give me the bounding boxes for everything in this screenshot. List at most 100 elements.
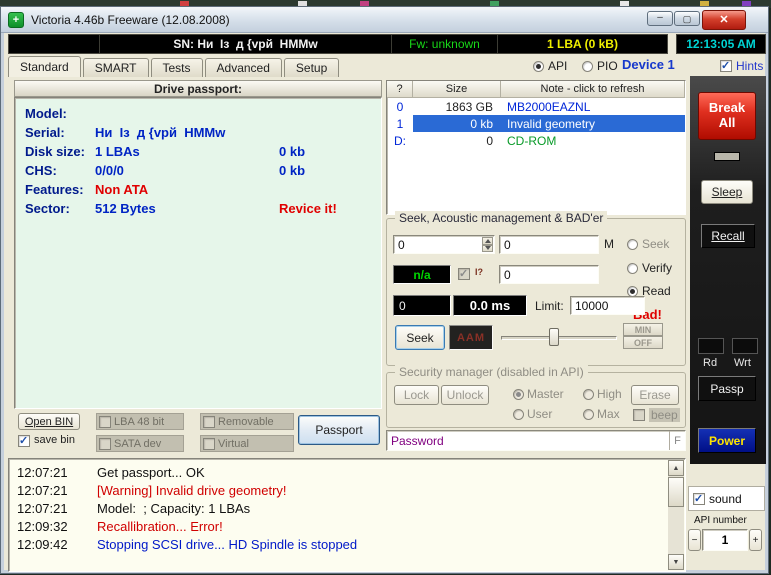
slider-track[interactable] [501, 336, 617, 340]
limit-input[interactable]: 10000 [570, 296, 645, 315]
sleep-button[interactable]: Sleep [701, 180, 753, 204]
column-header-note[interactable]: Note - click to refresh [501, 81, 685, 98]
virtual-label: Virtual [218, 437, 249, 450]
end-lba-input[interactable]: 0 [499, 235, 599, 254]
seek-mode-label: Seek [642, 237, 670, 251]
close-button[interactable]: ✕ [702, 10, 746, 30]
lock-button[interactable]: Lock [394, 385, 439, 405]
scroll-down-icon[interactable]: ▼ [668, 554, 684, 570]
status-segment-empty [9, 35, 99, 53]
device-label: Device 1 [622, 57, 675, 72]
tab-advanced[interactable]: Advanced [204, 58, 282, 77]
power-button[interactable]: Power [698, 428, 756, 453]
log-panel: 12:07:21 Get passport... OK 12:07:21 [Warn… [8, 458, 686, 572]
m-label: M [604, 237, 614, 251]
tab-bar: Standard SMART Tests Advanced Setup [8, 56, 341, 77]
tab-setup[interactable]: Setup [283, 58, 340, 77]
min-off-control[interactable]: MIN OFF [623, 323, 663, 351]
drive-row[interactable]: D: 0 CD-ROM [387, 132, 685, 149]
aam-checkbox[interactable] [458, 267, 470, 280]
high-radio[interactable] [583, 389, 594, 400]
spin-down-icon[interactable] [482, 244, 493, 252]
log-line: 12:07:21 [Warning] Invalid drive geometry… [17, 482, 287, 498]
recall-button[interactable]: Recall [701, 224, 755, 248]
tab-tests[interactable]: Tests [150, 58, 203, 77]
unlock-button[interactable]: Unlock [441, 385, 489, 405]
ms-display: 0.0 ms [453, 295, 527, 316]
aam-slider[interactable] [501, 325, 617, 350]
log-scrollbar[interactable]: ▲ ▼ [668, 460, 684, 570]
sata-label: SATA dev [114, 437, 162, 450]
passport-row: CHS: 0/0/0 0 kb [25, 163, 306, 178]
title-bar[interactable]: + Victoria 4.46b Freeware (12.08.2008) –… [1, 7, 768, 33]
seek-button[interactable]: Seek [395, 325, 445, 350]
scrollbar-thumb[interactable] [668, 477, 684, 507]
spin-up-icon[interactable] [482, 237, 493, 245]
seek-mode-radio[interactable] [627, 239, 638, 250]
master-radio-label: Master [527, 387, 564, 401]
scroll-up-icon[interactable]: ▲ [668, 460, 684, 476]
aam-led-display: AAM [449, 325, 493, 350]
passp-button[interactable]: Passp [698, 376, 756, 401]
sound-panel: sound [688, 486, 765, 511]
drive-row[interactable]: 0 1863 GB MB2000EAZNL [387, 98, 685, 115]
min-button[interactable]: MIN [623, 323, 663, 336]
log-line: 12:07:21 Model: ; Capacity: 1 LBAs [17, 500, 251, 516]
maximize-button[interactable]: ▢ [674, 11, 700, 26]
drive-passport-panel: Model: Serial: Ни Iз д {vрй HMMw Disk si… [14, 97, 382, 409]
max-radio[interactable] [583, 409, 594, 420]
column-header-q[interactable]: ? [387, 81, 413, 98]
hints-checkbox[interactable] [720, 59, 732, 72]
api-radio[interactable] [533, 61, 544, 72]
aam-value-input[interactable]: 0 [499, 265, 599, 284]
sata-checkbox-chip: SATA dev [96, 435, 184, 452]
erase-button[interactable]: Erase [631, 385, 679, 405]
high-radio-label: High [597, 387, 622, 401]
start-lba-input[interactable]: 0 [393, 235, 495, 254]
break-all-button[interactable]: Break All [698, 92, 756, 140]
passport-row: Serial: Ни Iз д {vрй HMMw [25, 125, 226, 140]
lba48-checkbox-chip: LBA 48 bit [96, 413, 184, 430]
off-button[interactable]: OFF [623, 336, 663, 349]
pio-radio[interactable] [582, 61, 593, 72]
passport-row: Features: Non ATA [25, 182, 149, 197]
max-radio-label: Max [597, 407, 620, 421]
column-header-size[interactable]: Size [413, 81, 501, 98]
clock: 12:13:05 AM [676, 34, 766, 54]
api-number-value[interactable]: 1 [702, 529, 748, 551]
log-line: 12:09:32 Recallibration... Error! [17, 518, 223, 534]
drive-row-selected[interactable]: 1 0 kb Invalid geometry [387, 115, 685, 132]
drive-passport-header: Drive passport: [14, 80, 382, 97]
api-number-increment[interactable]: + [749, 529, 762, 551]
beep-checkbox-label: beep [649, 408, 680, 422]
master-radio[interactable] [513, 389, 524, 400]
na-display: n/a [393, 265, 451, 284]
user-radio[interactable] [513, 409, 524, 420]
drive-table: ? Size Note - click to refresh 0 1863 GB… [386, 80, 686, 215]
slider-thumb[interactable] [549, 328, 559, 346]
save-bin-checkbox[interactable] [18, 434, 30, 447]
passport-row: Disk size: 1 LBAs 0 kb [25, 144, 306, 159]
seek-group: Seek, Acoustic management & BAD'er 0 0 M… [386, 211, 686, 366]
tab-smart[interactable]: SMART [82, 58, 149, 77]
api-number-decrement[interactable]: − [688, 529, 701, 551]
virtual-checkbox[interactable] [203, 438, 215, 450]
verify-mode-radio[interactable] [627, 263, 638, 274]
read-led [698, 338, 724, 354]
tab-standard[interactable]: Standard [8, 56, 81, 77]
lba48-label: LBA 48 bit [114, 415, 165, 428]
removable-checkbox[interactable] [203, 416, 215, 428]
password-field[interactable]: Password F [386, 430, 686, 451]
virtual-checkbox-chip: Virtual [200, 435, 294, 452]
passport-button[interactable]: Passport [298, 415, 380, 445]
password-f-button[interactable]: F [669, 431, 685, 450]
start-lba-spinner[interactable] [482, 237, 493, 252]
lba48-checkbox[interactable] [99, 416, 111, 428]
open-bin-button[interactable]: Open BIN [18, 413, 80, 430]
minimize-button[interactable]: – [647, 11, 673, 26]
aam-info-icon: I? [475, 267, 483, 277]
sata-checkbox[interactable] [99, 438, 111, 450]
status-bar: SN: Ни Iз д {vрй HMMw Fw: unknown 1 LBA … [8, 34, 668, 54]
sound-checkbox[interactable] [693, 492, 705, 505]
beep-checkbox[interactable] [633, 409, 645, 421]
